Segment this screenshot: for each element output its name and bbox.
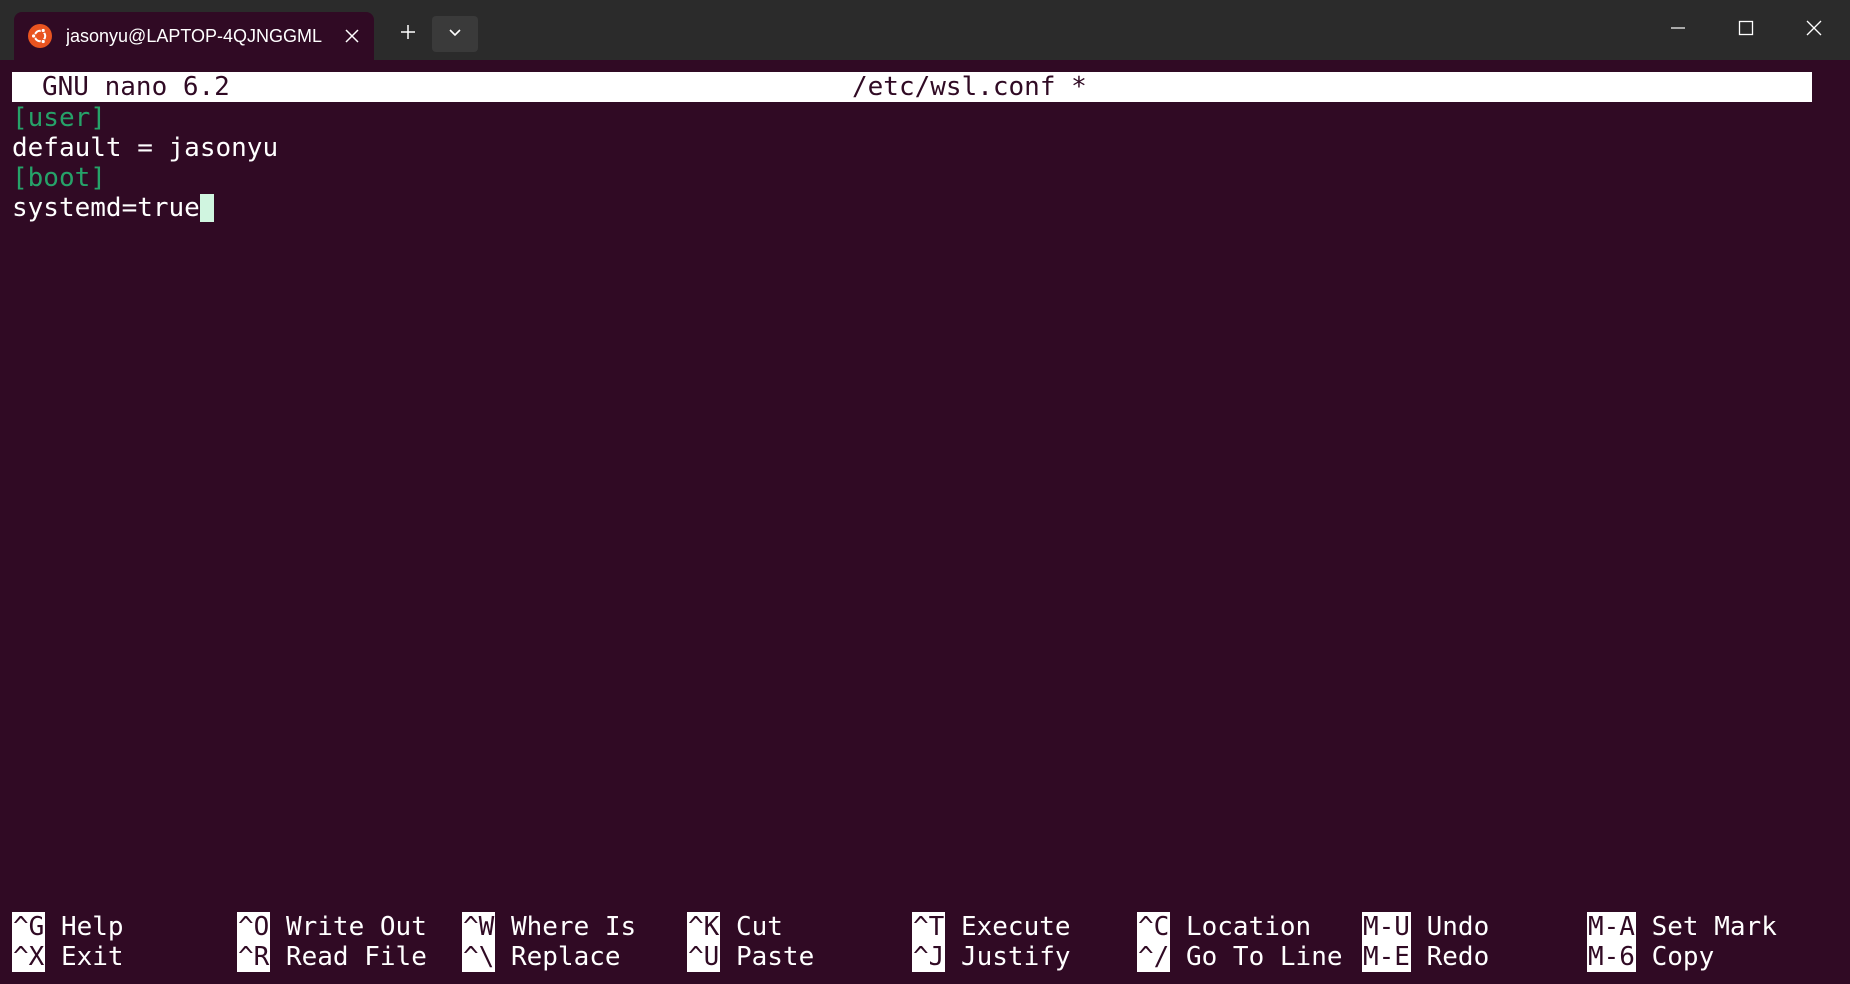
shortcut-help[interactable]: ^G Help xyxy=(12,912,124,942)
shortcut-label: Justify xyxy=(960,942,1071,972)
shortcut-key: ^W xyxy=(462,912,496,942)
line-text: [boot] xyxy=(12,163,106,193)
file-name: /etc/wsl.conf * xyxy=(852,72,1087,102)
editor-line[interactable]: [boot] xyxy=(12,163,1812,193)
shortcut-label: Location xyxy=(1185,912,1312,942)
shortcut-undo[interactable]: M-U Undo xyxy=(1362,912,1489,942)
shortcut-key: ^G xyxy=(12,912,46,942)
shortcut-paste[interactable]: ^U Paste xyxy=(687,942,814,972)
line-text: default = jasonyu xyxy=(12,133,279,163)
shortcut-label: Set Mark xyxy=(1651,912,1777,942)
shortcut-key: ^/ xyxy=(1137,942,1171,972)
line-text: [user] xyxy=(12,103,106,133)
chevron-down-icon xyxy=(448,25,462,43)
shortcut-label: Help xyxy=(60,912,124,942)
profile-dropdown-button[interactable] xyxy=(432,16,478,52)
shortcut-key: M-A xyxy=(1587,912,1636,942)
shortcut-label: Go To Line xyxy=(1185,942,1343,972)
line-text: systemd=true xyxy=(12,193,200,223)
shortcut-label: Execute xyxy=(960,912,1071,942)
terminal-area[interactable]: GNU nano 6.2 /etc/wsl.conf * [user] defa… xyxy=(0,60,1850,984)
shortcut-go-to-line[interactable]: ^/ Go To Line xyxy=(1137,942,1343,972)
shortcut-label: Paste xyxy=(735,942,815,972)
shortcut-label: Cut xyxy=(735,912,783,942)
shortcut-set-mark[interactable]: M-A Set Mark xyxy=(1587,912,1777,942)
minimize-button[interactable] xyxy=(1644,0,1712,60)
tab-title: jasonyu@LAPTOP-4QJNGGML xyxy=(66,26,323,46)
shortcut-justify[interactable]: ^J Justify xyxy=(912,942,1071,972)
shortcut-row: ^G Help ^O Write Out ^W Where Is ^K Cut … xyxy=(12,912,1838,942)
shortcut-key: M-6 xyxy=(1587,942,1636,972)
plus-icon xyxy=(400,24,416,45)
maximize-icon xyxy=(1738,20,1754,41)
shortcut-key: ^J xyxy=(912,942,946,972)
shortcut-label: Exit xyxy=(60,942,124,972)
shortcut-row: ^X Exit ^R Read File ^\ Replace ^U Paste… xyxy=(12,942,1838,972)
close-window-button[interactable] xyxy=(1780,0,1848,60)
shortcut-read-file[interactable]: ^R Read File xyxy=(237,942,427,972)
shortcut-label: Undo xyxy=(1426,912,1490,942)
shortcut-label: Read File xyxy=(285,942,427,972)
text-cursor xyxy=(199,194,214,222)
shortcut-bar: ^G Help ^O Write Out ^W Where Is ^K Cut … xyxy=(12,912,1838,972)
terminal-tab[interactable]: jasonyu@LAPTOP-4QJNGGML xyxy=(14,12,374,60)
shortcut-replace[interactable]: ^\ Replace xyxy=(462,942,621,972)
shortcut-key: M-E xyxy=(1362,942,1411,972)
shortcut-key: ^R xyxy=(237,942,271,972)
window-titlebar: jasonyu@LAPTOP-4QJNGGML xyxy=(0,0,1850,60)
shortcut-exit[interactable]: ^X Exit xyxy=(12,942,124,972)
editor-line[interactable]: [user] xyxy=(12,103,1812,133)
shortcut-key: ^X xyxy=(12,942,46,972)
shortcut-copy[interactable]: M-6 Copy xyxy=(1587,942,1714,972)
ubuntu-icon xyxy=(28,24,52,48)
shortcut-redo[interactable]: M-E Redo xyxy=(1362,942,1489,972)
shortcut-key: ^T xyxy=(912,912,946,942)
shortcut-key: ^U xyxy=(687,942,721,972)
nano-title-bar: GNU nano 6.2 /etc/wsl.conf * xyxy=(12,72,1812,102)
close-icon xyxy=(1806,20,1822,41)
new-tab-button[interactable] xyxy=(388,16,428,52)
shortcut-location[interactable]: ^C Location xyxy=(1137,912,1311,942)
shortcut-cut[interactable]: ^K Cut xyxy=(687,912,783,942)
nano-version: GNU nano 6.2 xyxy=(42,72,230,102)
shortcut-execute[interactable]: ^T Execute xyxy=(912,912,1071,942)
shortcut-label: Replace xyxy=(510,942,621,972)
shortcut-key: ^K xyxy=(687,912,721,942)
shortcut-key: ^\ xyxy=(462,942,496,972)
shortcut-label: Where Is xyxy=(510,912,637,942)
shortcut-label: Copy xyxy=(1651,942,1715,972)
editor-line[interactable]: systemd=true xyxy=(12,193,1812,223)
editor-buffer[interactable]: [user] default = jasonyu [boot] systemd=… xyxy=(12,103,1812,223)
editor-line[interactable]: default = jasonyu xyxy=(12,133,1812,163)
minimize-icon xyxy=(1670,20,1686,41)
shortcut-label: Redo xyxy=(1426,942,1490,972)
shortcut-write-out[interactable]: ^O Write Out xyxy=(237,912,427,942)
shortcut-key: ^C xyxy=(1137,912,1171,942)
shortcut-where-is[interactable]: ^W Where Is xyxy=(462,912,636,942)
shortcut-key: M-U xyxy=(1362,912,1411,942)
shortcut-key: ^O xyxy=(237,912,271,942)
maximize-button[interactable] xyxy=(1712,0,1780,60)
tab-close-icon[interactable] xyxy=(340,24,364,48)
shortcut-label: Write Out xyxy=(285,912,427,942)
